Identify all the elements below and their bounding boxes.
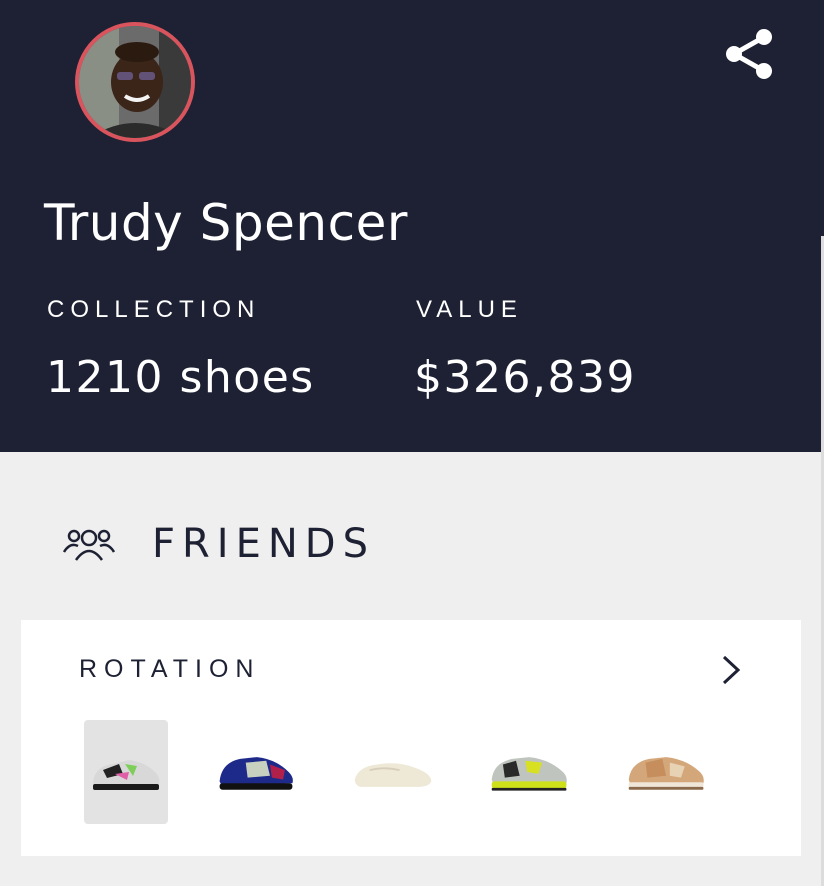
sneaker-image-5 — [628, 757, 704, 790]
shoe-thumbnail-1[interactable] — [84, 720, 168, 824]
rotation-card: ROTATION — [21, 620, 801, 856]
share-icon — [726, 29, 772, 79]
share-button[interactable] — [720, 24, 780, 84]
profile-header: Trudy Spencer COLLECTION 1210 shoes VALU… — [0, 0, 824, 452]
sneaker-image-4 — [491, 757, 567, 791]
people-group-icon — [62, 529, 116, 561]
shoe-thumbnail-5[interactable] — [625, 720, 709, 824]
friends-link[interactable]: FRIENDS — [62, 516, 375, 572]
avatar[interactable] — [75, 22, 195, 142]
collection-label: COLLECTION — [47, 296, 261, 323]
shoe-thumbnail-3[interactable] — [351, 720, 435, 824]
sneaker-image-2 — [219, 757, 293, 790]
shoe-thumbnail-4[interactable] — [488, 720, 572, 824]
sneaker-image-3 — [354, 763, 432, 787]
value-label: VALUE — [416, 296, 523, 323]
friends-label: FRIENDS — [152, 521, 375, 567]
sneaker-image-1 — [93, 760, 160, 790]
chevron-right-icon — [722, 655, 741, 685]
rotation-see-all-button[interactable] — [711, 648, 751, 692]
collection-value: 1210 shoes — [46, 352, 315, 403]
rotation-title: ROTATION — [79, 655, 261, 683]
shoe-thumbnail-2[interactable] — [214, 720, 298, 824]
value-amount: $326,839 — [414, 352, 636, 403]
profile-name: Trudy Spencer — [44, 194, 408, 252]
